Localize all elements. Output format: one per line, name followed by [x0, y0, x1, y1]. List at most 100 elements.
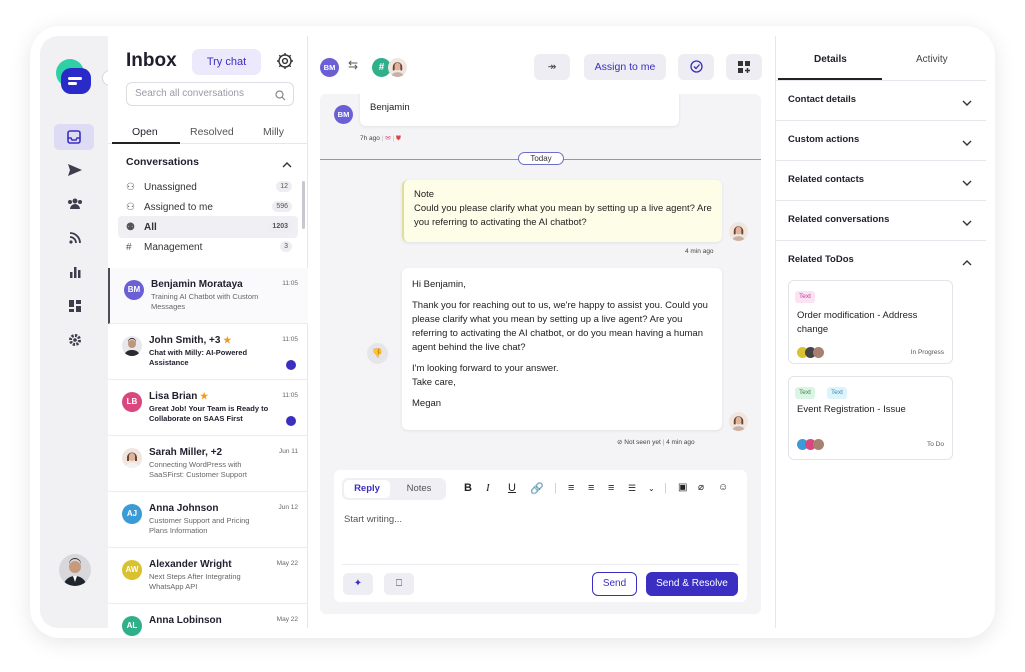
chat-header: BM ⇆ # ↠ Assign to me: [308, 36, 775, 96]
inbox-icon[interactable]: [54, 124, 94, 150]
try-chat-button[interactable]: Try chat: [192, 49, 261, 75]
settings-icon[interactable]: [62, 328, 88, 352]
underline-icon[interactable]: U: [508, 482, 516, 494]
folder-unassigned[interactable]: ⚇ Unassigned 12: [118, 176, 298, 198]
search-icon: [275, 88, 286, 110]
tab-milly[interactable]: Milly: [263, 126, 284, 138]
avatar: BM: [124, 280, 144, 300]
composer-divider: [342, 564, 739, 565]
send-icon[interactable]: [62, 158, 88, 182]
folder-count: 12: [276, 181, 292, 192]
todo-title: Order modification - Address change: [797, 310, 918, 335]
outgoing-message: Hi Benjamin, Thank you for reaching out …: [402, 268, 722, 430]
message-time: Jun 11: [278, 448, 298, 455]
list-item[interactable]: AJ Anna Johnson Customer Support and Pri…: [108, 492, 308, 548]
todo-tag: Text: [795, 291, 815, 303]
contact-name: Lisa Brian ★: [149, 391, 208, 402]
contact-name-text: John Smith, +3: [149, 335, 221, 346]
list-item[interactable]: LB Lisa Brian ★ Great Job! Your Team is …: [108, 380, 308, 436]
rss-icon[interactable]: [62, 226, 88, 250]
thumbs-down-icon[interactable]: 👎: [367, 343, 388, 364]
section-related-todos[interactable]: Related ToDos: [788, 254, 854, 265]
emoji-icon[interactable]: ☺: [718, 482, 728, 493]
tab-activity[interactable]: Activity: [916, 54, 948, 65]
section-contact-details[interactable]: Contact details: [788, 94, 856, 105]
section-custom-actions[interactable]: Custom actions: [788, 134, 859, 145]
chevron-down-icon[interactable]: ⌄: [648, 484, 655, 493]
align-right-icon[interactable]: ≡: [608, 482, 614, 494]
contacts-icon[interactable]: [62, 192, 88, 216]
align-left-icon[interactable]: ≡: [568, 482, 574, 494]
attachment-icon[interactable]: ⌀: [698, 482, 704, 493]
section-related-conversations[interactable]: Related conversations: [788, 214, 889, 225]
search-input[interactable]: Search all conversations: [126, 82, 294, 106]
folder-assigned-to-me[interactable]: ⚇ Assigned to me 596: [118, 196, 298, 218]
chevron-down-icon[interactable]: [962, 174, 972, 192]
send-resolve-button[interactable]: Send & Resolve: [646, 572, 738, 596]
active-tab-indicator: [112, 142, 180, 144]
list-item[interactable]: Sarah Miller, +2 Connecting WordPress wi…: [108, 436, 308, 492]
chevron-down-icon[interactable]: [962, 214, 972, 232]
message-input[interactable]: Start writing...: [344, 514, 402, 525]
bold-icon[interactable]: B: [464, 482, 472, 494]
message-thread: BM Benjamin 7h ago | ✉ | ⛊ Today Note Co…: [320, 94, 761, 614]
list-item[interactable]: AL Anna Lobinson May 22: [108, 604, 308, 638]
agent-avatar: [729, 412, 748, 431]
eye-off-icon: ⊘: [617, 439, 623, 446]
agent-avatar: [729, 222, 748, 241]
message-snippet: Chat with Milly: AI-Powered Assistance: [149, 348, 248, 367]
todo-card[interactable]: Text Text Event Registration - Issue To …: [788, 376, 953, 460]
tab-notes[interactable]: Notes: [396, 480, 442, 498]
italic-icon[interactable]: I: [486, 482, 490, 494]
dashboard-icon[interactable]: [62, 294, 88, 318]
gear-icon[interactable]: [276, 52, 296, 72]
swap-icon[interactable]: ⇆: [348, 58, 358, 72]
list-icon[interactable]: ☰: [628, 483, 636, 494]
list-item[interactable]: AW Alexander Wright Next Steps After Int…: [108, 548, 308, 604]
agent-avatar: [388, 58, 407, 77]
list-item[interactable]: John Smith, +3 ★ Chat with Milly: AI-Pow…: [108, 324, 308, 380]
tab-reply[interactable]: Reply: [344, 480, 390, 498]
chevron-up-icon[interactable]: [962, 254, 972, 272]
reports-icon[interactable]: [62, 260, 88, 284]
tab-open[interactable]: Open: [132, 126, 158, 138]
ai-sparkle-button[interactable]: ✦: [343, 573, 373, 595]
person-icon: ⚇: [126, 181, 135, 193]
contact-name: John Smith, +3 ★: [149, 335, 231, 346]
note-label: Note: [414, 189, 435, 200]
chevron-down-icon[interactable]: [962, 134, 972, 152]
search-placeholder: Search all conversations: [135, 88, 244, 99]
folder-all[interactable]: ⚉ All 1203: [118, 216, 298, 238]
nav-rail: ›: [40, 36, 118, 628]
folder-label: All: [144, 221, 157, 233]
chevron-down-icon[interactable]: [962, 94, 972, 112]
details-panel: Details Activity Contact details Custom …: [775, 36, 986, 628]
message-time: 11:05: [282, 336, 298, 343]
tab-resolved[interactable]: Resolved: [190, 126, 234, 138]
scrollbar[interactable]: [302, 181, 305, 229]
todo-card[interactable]: Text Order modification - Address change…: [788, 280, 953, 364]
forward-button[interactable]: ↠: [534, 54, 570, 80]
resolve-button[interactable]: [678, 54, 714, 80]
tab-details[interactable]: Details: [814, 54, 847, 65]
unread-dot: [286, 416, 296, 426]
assignee-avatar: [813, 347, 824, 358]
todo-title: Event Registration - Issue: [797, 404, 906, 415]
image-icon[interactable]: ▣: [678, 482, 687, 493]
folder-management[interactable]: # Management 3: [118, 236, 298, 258]
assign-to-me-button[interactable]: Assign to me: [584, 54, 666, 80]
list-item[interactable]: BM Benjamin Morataya Training AI Chatbot…: [108, 268, 308, 324]
section-related-contacts[interactable]: Related contacts: [788, 174, 864, 185]
send-button[interactable]: Send: [592, 572, 637, 596]
align-center-icon[interactable]: ≡: [588, 482, 594, 494]
email-icon: ✉: [385, 135, 391, 142]
todo-status: In Progress: [910, 349, 944, 356]
avatar: LB: [122, 392, 142, 412]
avatar: AL: [122, 616, 142, 636]
bookmark-button[interactable]: ⎕: [384, 573, 414, 595]
chevron-up-icon[interactable]: [282, 156, 292, 174]
message-time: Jun 12: [278, 504, 298, 511]
apps-button[interactable]: [726, 54, 762, 80]
user-avatar[interactable]: [59, 554, 91, 586]
link-icon[interactable]: 🔗: [530, 482, 544, 495]
